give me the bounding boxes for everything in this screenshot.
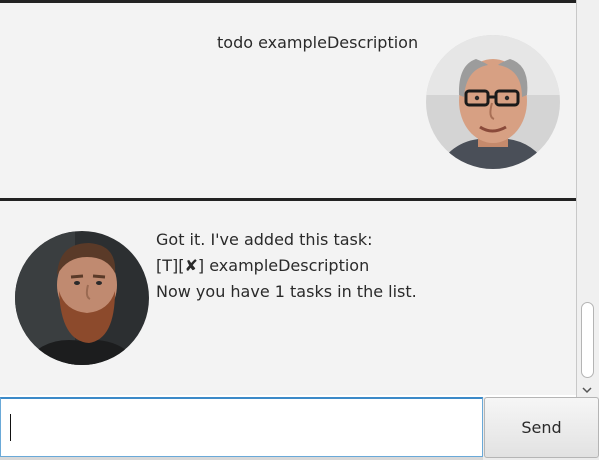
user-avatar-icon (426, 35, 560, 169)
scrollbar-thumb[interactable] (581, 302, 594, 378)
message-input[interactable] (0, 397, 483, 457)
send-button[interactable]: Send (484, 397, 599, 458)
user-message-text: todo exampleDescription (217, 33, 419, 52)
bot-message-line: Now you have 1 tasks in the list. (156, 282, 417, 301)
bot-message-line: [T][✘] exampleDescription (156, 256, 370, 275)
text-caret (10, 414, 11, 441)
input-bar: Send (0, 397, 599, 460)
bot-dialog-box: Got it. I've added this task: [T][✘] exa… (0, 203, 576, 395)
user-dialog-box: todo exampleDescription (0, 5, 576, 196)
scroll-down-arrow-icon[interactable] (580, 381, 594, 394)
bot-message-line: Got it. I've added this task: (156, 230, 373, 249)
bot-avatar-icon (15, 231, 149, 365)
message-divider (0, 0, 576, 3)
message-divider (0, 198, 576, 201)
chat-scroll-pane[interactable]: todo exampleDescription Got it. I've add… (0, 0, 576, 395)
vertical-scrollbar[interactable] (576, 0, 599, 397)
